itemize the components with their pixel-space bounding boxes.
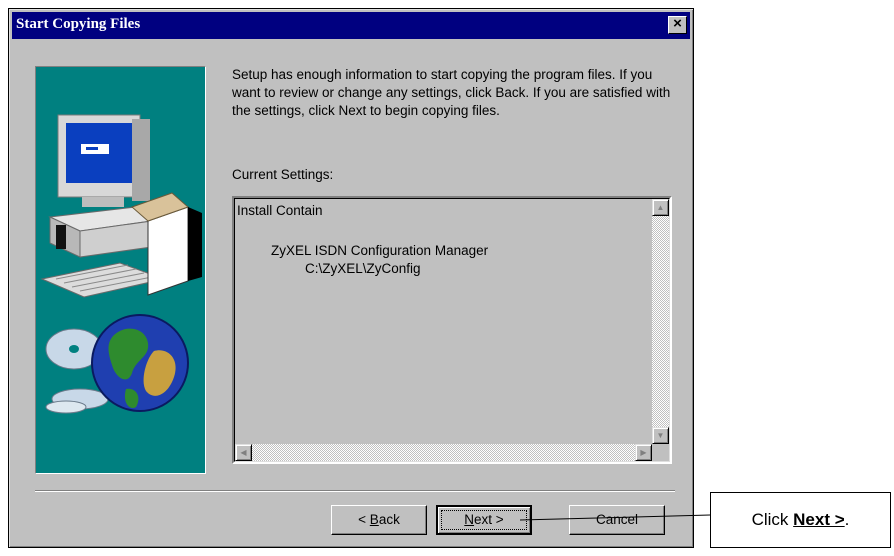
callout-bold: Next > — [793, 510, 845, 529]
callout-suffix: . — [844, 510, 850, 529]
callout-leader-line — [519, 514, 711, 521]
callout-prefix: Click — [751, 510, 794, 529]
callout-box: Click Next >. — [710, 492, 891, 548]
